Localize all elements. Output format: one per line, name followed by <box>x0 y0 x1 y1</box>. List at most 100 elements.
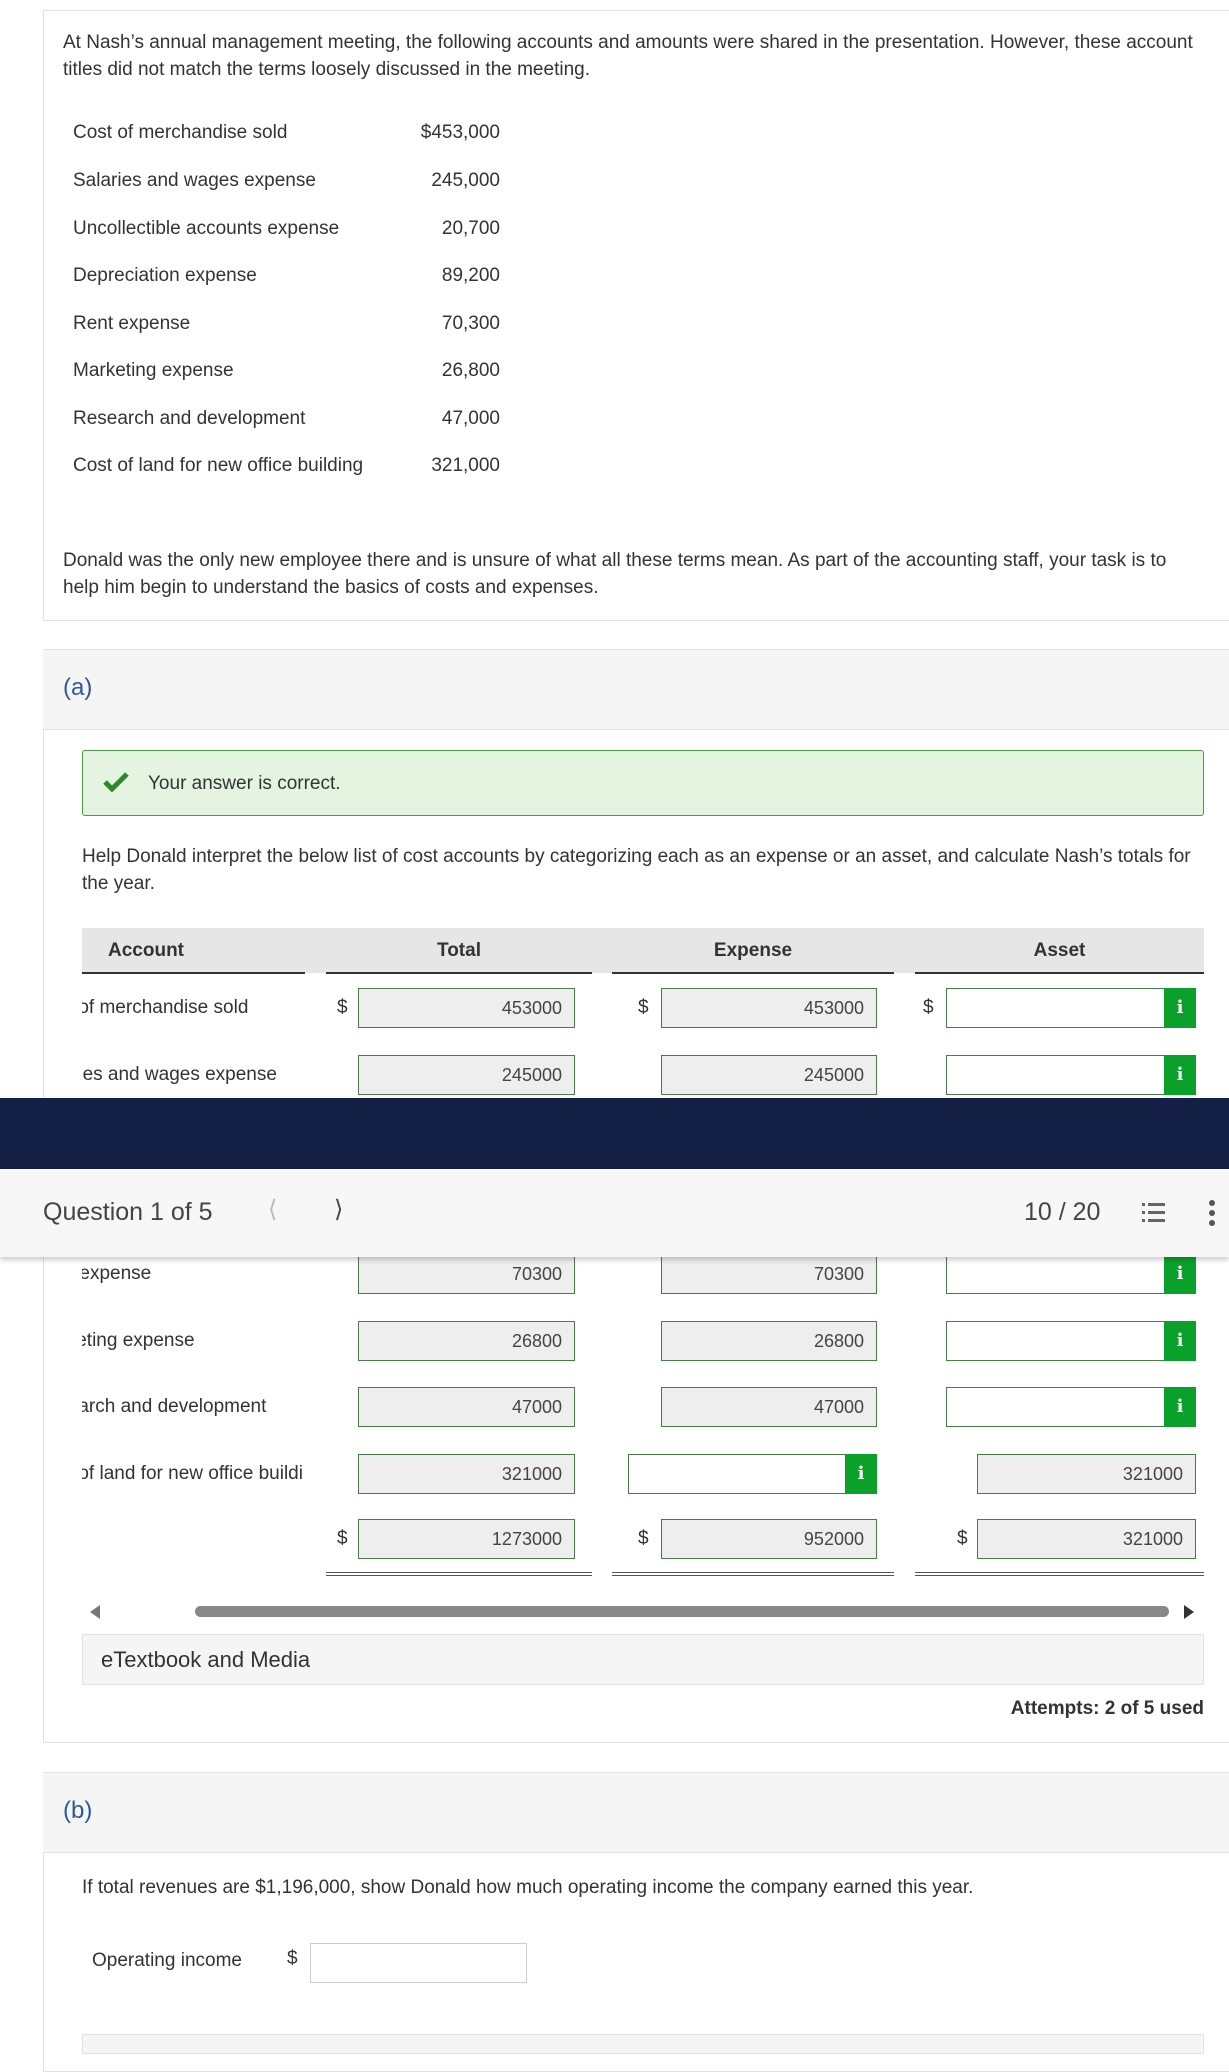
horizontal-scrollbar[interactable] <box>82 1600 1204 1624</box>
account-name: Cost of merchandise sold <box>73 122 288 143</box>
part-b-label: (b) <box>63 1797 93 1824</box>
expense-input[interactable]: 245000 <box>661 1054 877 1095</box>
part-b-box <box>82 2034 1204 2054</box>
double-underline <box>915 1572 1204 1576</box>
header-total: Total <box>326 928 592 973</box>
currency-symbol: $ <box>337 997 348 1018</box>
double-underline <box>612 1572 894 1576</box>
part-a-header: (a) <box>43 649 1229 730</box>
info-icon[interactable]: i <box>1164 1387 1196 1427</box>
account-amount: 47,000 <box>441 408 500 429</box>
divider <box>915 972 1204 974</box>
account-name: Marketing expense <box>73 360 234 381</box>
row-account-text: Rent expense <box>82 1263 152 1284</box>
account-name: Uncollectible accounts expense <box>73 218 340 239</box>
attempts-text: Attempts: 2 of 5 used <box>1010 1698 1204 1719</box>
divider <box>612 972 894 974</box>
part-b-header: (b) <box>43 1772 1229 1853</box>
divider <box>82 972 305 974</box>
intro-text: At Nash’s annual management meeting, the… <box>63 32 1193 80</box>
header-expense: Expense <box>612 928 894 973</box>
part-a-label: (a) <box>63 674 93 701</box>
info-icon[interactable]: i <box>1164 1254 1196 1294</box>
account-amount: 245,000 <box>431 170 500 191</box>
account-name: Research and development <box>73 408 306 429</box>
problem-card <box>43 10 1229 621</box>
account-amount: 89,200 <box>441 265 500 286</box>
operating-income-input[interactable] <box>310 1943 527 1983</box>
account-amount: $453,000 <box>420 122 500 143</box>
scroll-right-icon[interactable] <box>1184 1605 1194 1619</box>
feedback-text: Your answer is correct. <box>148 773 341 794</box>
account-name: Depreciation expense <box>73 265 257 286</box>
etextbook-link[interactable]: eTextbook and Media <box>82 1634 1204 1685</box>
scroll-thumb[interactable] <box>195 1606 1169 1617</box>
total-input[interactable]: 245000 <box>358 1054 575 1095</box>
expense-input[interactable]: 453000 <box>661 988 877 1028</box>
asset-input[interactable] <box>946 1320 1196 1361</box>
row-account: Cost of land for new office building <box>82 1463 302 1485</box>
checkmark-icon <box>103 772 129 793</box>
info-icon[interactable]: i <box>1164 1054 1196 1095</box>
part-a-instructions: Help Donald interpret the below list of … <box>82 846 1191 894</box>
row-account-text: Marketing expense <box>82 1329 195 1351</box>
total-input[interactable]: 70300 <box>358 1254 575 1294</box>
row-account: Marketing expense <box>82 1330 302 1352</box>
question-counter: Question 1 of 5 <box>43 1198 213 1226</box>
account-amount: 70,300 <box>441 313 500 334</box>
currency-symbol: $ <box>923 997 934 1018</box>
account-name: Salaries and wages expense <box>73 170 316 191</box>
asset-total-input[interactable]: 321000 <box>977 1519 1196 1559</box>
navy-banner <box>0 1098 1229 1169</box>
currency-symbol: $ <box>287 1948 298 1969</box>
expense-total-input[interactable]: 952000 <box>661 1519 877 1559</box>
score-text: 10 / 20 <box>1024 1198 1101 1226</box>
currency-symbol: $ <box>337 1528 348 1549</box>
row-account: Salaries and wages expense <box>82 1064 302 1086</box>
asset-input[interactable] <box>946 1054 1196 1095</box>
account-name: Rent expense <box>73 313 191 334</box>
row-account: Rent expense <box>82 1263 302 1285</box>
asset-input[interactable] <box>946 988 1196 1028</box>
info-icon[interactable]: i <box>845 1453 877 1494</box>
more-options-icon[interactable] <box>1207 1199 1217 1227</box>
total-input[interactable]: 453000 <box>358 988 575 1028</box>
expense-input[interactable]: 47000 <box>661 1387 877 1427</box>
asset-input[interactable] <box>946 1387 1196 1427</box>
account-amount: 321,000 <box>431 455 500 476</box>
currency-symbol: $ <box>638 997 649 1018</box>
outro-text: Donald was the only new employee there a… <box>63 550 1167 598</box>
expense-input[interactable]: 70300 <box>661 1254 877 1294</box>
asset-input[interactable] <box>946 1254 1196 1294</box>
account-amount: 26,800 <box>441 360 500 381</box>
row-account-text: Research and development <box>82 1396 267 1417</box>
info-icon[interactable]: i <box>1164 1320 1196 1361</box>
row-account-text: Cost of merchandise sold <box>82 997 249 1018</box>
account-amount: 20,700 <box>441 218 500 239</box>
next-question-icon[interactable]: ⟩ <box>334 1195 343 1224</box>
total-input[interactable]: 47000 <box>358 1387 575 1427</box>
info-icon[interactable]: i <box>1164 988 1196 1028</box>
correct-feedback: Your answer is correct. <box>82 750 1204 816</box>
total-total-input[interactable]: 1273000 <box>358 1519 575 1559</box>
question-list-icon[interactable] <box>1140 1201 1166 1225</box>
row-account: Cost of merchandise sold <box>82 997 302 1019</box>
header-asset: Asset <box>915 928 1204 973</box>
expense-input[interactable]: 26800 <box>661 1320 877 1361</box>
total-input[interactable]: 321000 <box>358 1453 575 1494</box>
header-account: Account <box>82 928 305 973</box>
divider <box>326 972 592 974</box>
row-account-text: Cost of land for new office building <box>82 1462 302 1484</box>
asset-input[interactable]: 321000 <box>977 1453 1196 1494</box>
double-underline <box>326 1572 592 1576</box>
total-input[interactable]: 26800 <box>358 1320 575 1361</box>
expense-input[interactable] <box>628 1453 877 1494</box>
question-nav-bar: Question 1 of 5 ⟨ ⟩ 10 / 20 <box>0 1169 1229 1257</box>
currency-symbol: $ <box>638 1528 649 1549</box>
currency-symbol: $ <box>957 1528 968 1549</box>
prev-question-icon[interactable]: ⟨ <box>268 1195 277 1224</box>
part-b-question: If total revenues are $1,196,000, show D… <box>82 1877 974 1898</box>
scroll-left-icon[interactable] <box>90 1605 100 1619</box>
row-account: Research and development <box>82 1396 302 1418</box>
operating-income-label: Operating income <box>92 1950 242 1971</box>
